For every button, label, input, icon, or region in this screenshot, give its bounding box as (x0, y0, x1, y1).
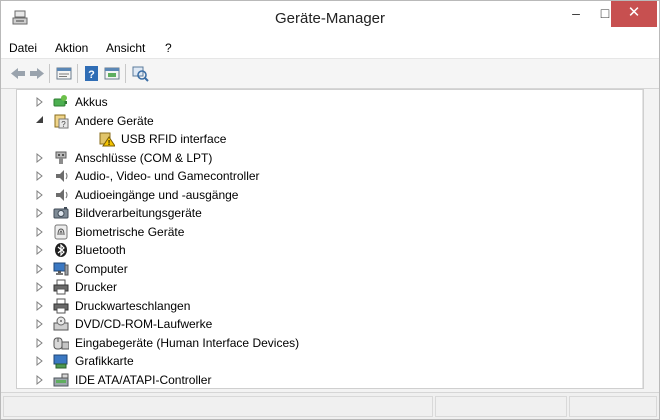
menu-bar: Datei Aktion Ansicht ? (1, 37, 659, 59)
camera-icon (53, 207, 69, 219)
bluetooth-icon (55, 243, 67, 257)
speaker-icon (56, 170, 68, 182)
tree-item-label: Andere Geräte (75, 113, 154, 128)
tree-item-label: DVD/CD-ROM-Laufwerke (75, 317, 213, 331)
tree-item-label: Grafikkarte (75, 354, 134, 368)
printer-icon (53, 298, 69, 313)
expand-arrow-icon[interactable] (35, 226, 44, 238)
expand-arrow-icon[interactable] (35, 318, 44, 330)
computer-icon (53, 262, 69, 275)
scroll-down-button[interactable]: v (643, 371, 644, 388)
tree-item-label: Eingabegeräte (Human Interface Devices) (75, 335, 300, 350)
tree-item-label: Drucker (75, 280, 118, 294)
expand-arrow-icon[interactable] (35, 244, 44, 256)
other-devices-icon: ? (54, 114, 69, 129)
tree-category-row[interactable]: Anschlüsse (COM & LPT) (17, 149, 627, 167)
port-icon (55, 151, 67, 164)
minimize-button[interactable]: – (561, 1, 591, 27)
hid-icon (53, 337, 69, 349)
expand-arrow-icon[interactable] (35, 355, 44, 367)
svg-text:!: ! (108, 140, 110, 147)
battery-icon (53, 95, 67, 107)
scroll-up-button[interactable]: ^ (643, 90, 644, 107)
tree-item-label: Anschlüsse (COM & LPT) (75, 150, 213, 165)
tree-category-row[interactable]: Bildverarbeitungsgeräte (17, 204, 627, 222)
expand-arrow-icon[interactable] (35, 263, 44, 275)
expand-arrow-icon[interactable] (35, 189, 44, 201)
status-bar-pane (3, 396, 433, 417)
tree-category-row[interactable]: Druckwarteschlangen (17, 297, 627, 315)
update-driver-icon[interactable] (103, 65, 121, 82)
help-icon[interactable]: ? (83, 65, 101, 82)
toolbar-separator (125, 64, 126, 83)
tree-item-label: Biometrische Geräte (75, 224, 185, 239)
tree-category-row[interactable]: Computer (17, 260, 627, 278)
device-tree[interactable]: Akkus? Andere Geräte! USB RFID interface An… (16, 89, 644, 389)
tree-category-row[interactable]: Audio-, Video- und Gamecontroller (17, 167, 627, 185)
status-bar (1, 392, 659, 419)
menu-ansicht[interactable]: Ansicht (106, 41, 145, 55)
expand-arrow-icon[interactable] (35, 207, 44, 219)
menu-datei[interactable]: Datei (9, 41, 37, 55)
tree-item-label: Bluetooth (75, 243, 126, 257)
tree-item-label: Akkus (75, 95, 108, 109)
tree-category-row[interactable]: Bluetooth (17, 241, 627, 259)
toolbar-separator (77, 64, 78, 83)
collapse-arrow-icon[interactable] (35, 115, 44, 127)
back-icon[interactable] (9, 65, 27, 82)
expand-arrow-icon[interactable] (35, 170, 44, 182)
vertical-scrollbar[interactable]: ^ v (642, 90, 644, 388)
tree-category-row[interactable]: Grafikkarte (17, 352, 627, 370)
tree-item-label: Audio-, Video- und Gamecontroller (75, 169, 260, 183)
expand-arrow-icon[interactable] (35, 337, 44, 349)
tree-category-row[interactable]: Drucker (17, 278, 627, 296)
tree-device-row[interactable]: ! USB RFID interface (17, 130, 627, 148)
ide-controller-icon (53, 373, 69, 386)
tree-category-row[interactable]: Akkus (17, 93, 627, 111)
expand-arrow-icon[interactable] (35, 96, 44, 108)
title-bar[interactable]: Geräte-Manager – □ ✕ (1, 1, 659, 37)
properties-icon[interactable] (55, 65, 73, 82)
toolbar: ? (1, 59, 659, 89)
menu-help[interactable]: ? (165, 41, 172, 55)
tree-item-label: Druckwarteschlangen (75, 298, 191, 313)
warning-device-icon: ! (99, 132, 115, 147)
tree-item-label: USB RFID interface (121, 132, 227, 146)
device-manager-window: Geräte-Manager – □ ✕ Datei Aktion Ansich… (0, 0, 660, 420)
expand-arrow-icon[interactable] (35, 152, 44, 164)
fingerprint-icon (54, 224, 68, 239)
close-button[interactable]: ✕ (611, 1, 657, 27)
optical-drive-icon (53, 316, 69, 331)
forward-icon[interactable] (28, 65, 46, 82)
tree-item-label: Computer (75, 261, 128, 276)
status-bar-pane (435, 396, 567, 417)
tree-item-label: Audioeingänge und -ausgänge (75, 187, 239, 202)
svg-text:?: ? (88, 69, 95, 81)
display-adapter-icon (53, 354, 68, 369)
printer-icon (53, 279, 69, 295)
tree-category-row[interactable]: Biometrische Geräte (17, 223, 627, 241)
expand-arrow-icon[interactable] (35, 300, 44, 312)
expand-arrow-icon[interactable] (35, 281, 44, 293)
svg-text:?: ? (61, 120, 66, 129)
status-bar-pane (569, 396, 657, 417)
expand-arrow-icon[interactable] (35, 374, 44, 386)
tree-item-label: IDE ATA/ATAPI-Controller (75, 372, 212, 387)
tree-category-row[interactable]: DVD/CD-ROM-Laufwerke (17, 315, 627, 333)
toolbar-separator (49, 64, 50, 83)
tree-category-row[interactable]: ? Andere Geräte (17, 112, 627, 130)
tree-category-row[interactable]: Eingabegeräte (Human Interface Devices) (17, 334, 627, 352)
tree-item-label: Bildverarbeitungsgeräte (75, 206, 202, 220)
menu-aktion[interactable]: Aktion (55, 41, 88, 55)
speaker-icon (56, 188, 68, 201)
scan-hardware-icon[interactable] (131, 65, 149, 82)
tree-category-row[interactable]: Audioeingänge und -ausgänge (17, 186, 627, 204)
tree-category-row[interactable]: IDE ATA/ATAPI-Controller (17, 371, 627, 389)
